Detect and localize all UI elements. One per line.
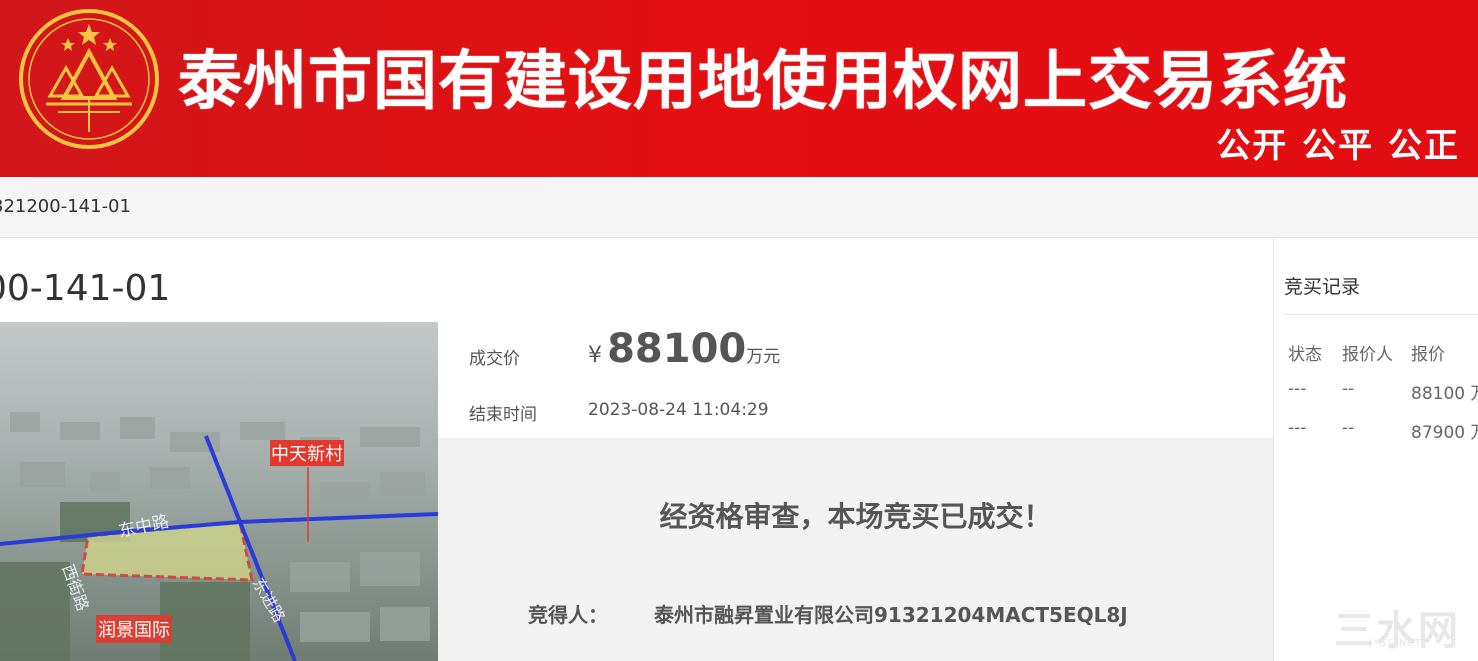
bid-row-status: ---: [1288, 418, 1307, 438]
result-message: 经资格审查，本场竞买已成交！: [659, 500, 1052, 533]
winner-label: 竞得人：: [528, 603, 608, 627]
watermark-sub: JYSS.NET: [1369, 638, 1422, 649]
site-slogan: 公开 公平 公正: [1216, 126, 1460, 166]
emblem-logo-icon: [19, 9, 159, 149]
column-header-status: 状态: [1288, 345, 1322, 365]
divider: [1284, 314, 1478, 315]
aerial-map-image: 中天新村 东中路 东进路 西街路 润景国际: [0, 322, 438, 661]
lot-detail: 00-141-01 中天新村 东中路 东进路 西街路 润景国际 成交价 ¥ 88…: [0, 238, 1273, 661]
bid-row-price: 88100 万: [1411, 384, 1478, 404]
bid-row-price: 87900 万: [1411, 423, 1478, 443]
bid-record-title: 竞买记录: [1284, 276, 1361, 298]
bid-row-status: ---: [1288, 379, 1307, 399]
breadcrumb-text: 321200-141-01: [0, 196, 131, 217]
price-info: 成交价 ¥ 88100万元 结束时间 2023-08-24 11:04:29: [438, 322, 1273, 438]
lot-title: 00-141-01: [0, 268, 171, 309]
end-time-value: 2023-08-24 11:04:29: [588, 400, 769, 420]
winner-name: 泰州市融昇置业有限公司91321204MACT5EQL8J: [654, 603, 1128, 627]
header-banner: 泰州市国有建设用地使用权网上交易系统 公开 公平 公正: [0, 0, 1478, 177]
deal-price: 88100: [607, 326, 747, 372]
bid-record-panel: 竞买记录 状态 报价人 报价 --- -- 88100 万 --- -- 879…: [1273, 238, 1478, 661]
column-header-price: 报价: [1411, 345, 1445, 365]
photo-label-district: 润景国际: [98, 620, 170, 641]
price-display: ¥ 88100万元: [588, 326, 780, 372]
price-label: 成交价: [469, 349, 520, 369]
column-header-bidder: 报价人: [1342, 345, 1393, 365]
site-title: 泰州市国有建设用地使用权网上交易系统: [178, 45, 1348, 119]
bid-row-bidder: --: [1342, 379, 1355, 399]
price-unit: 万元: [746, 347, 781, 367]
breadcrumb: 321200-141-01: [0, 177, 1478, 238]
bid-row-bidder: --: [1342, 418, 1355, 438]
photo-label-village: 中天新村: [271, 444, 343, 465]
result-panel: 经资格审查，本场竞买已成交！ 竞得人： 泰州市融昇置业有限公司91321204M…: [438, 438, 1273, 661]
end-time-label: 结束时间: [469, 405, 537, 425]
currency-symbol: ¥: [588, 343, 602, 368]
lot-aerial-photo: 中天新村 东中路 东进路 西街路 润景国际: [0, 322, 438, 661]
